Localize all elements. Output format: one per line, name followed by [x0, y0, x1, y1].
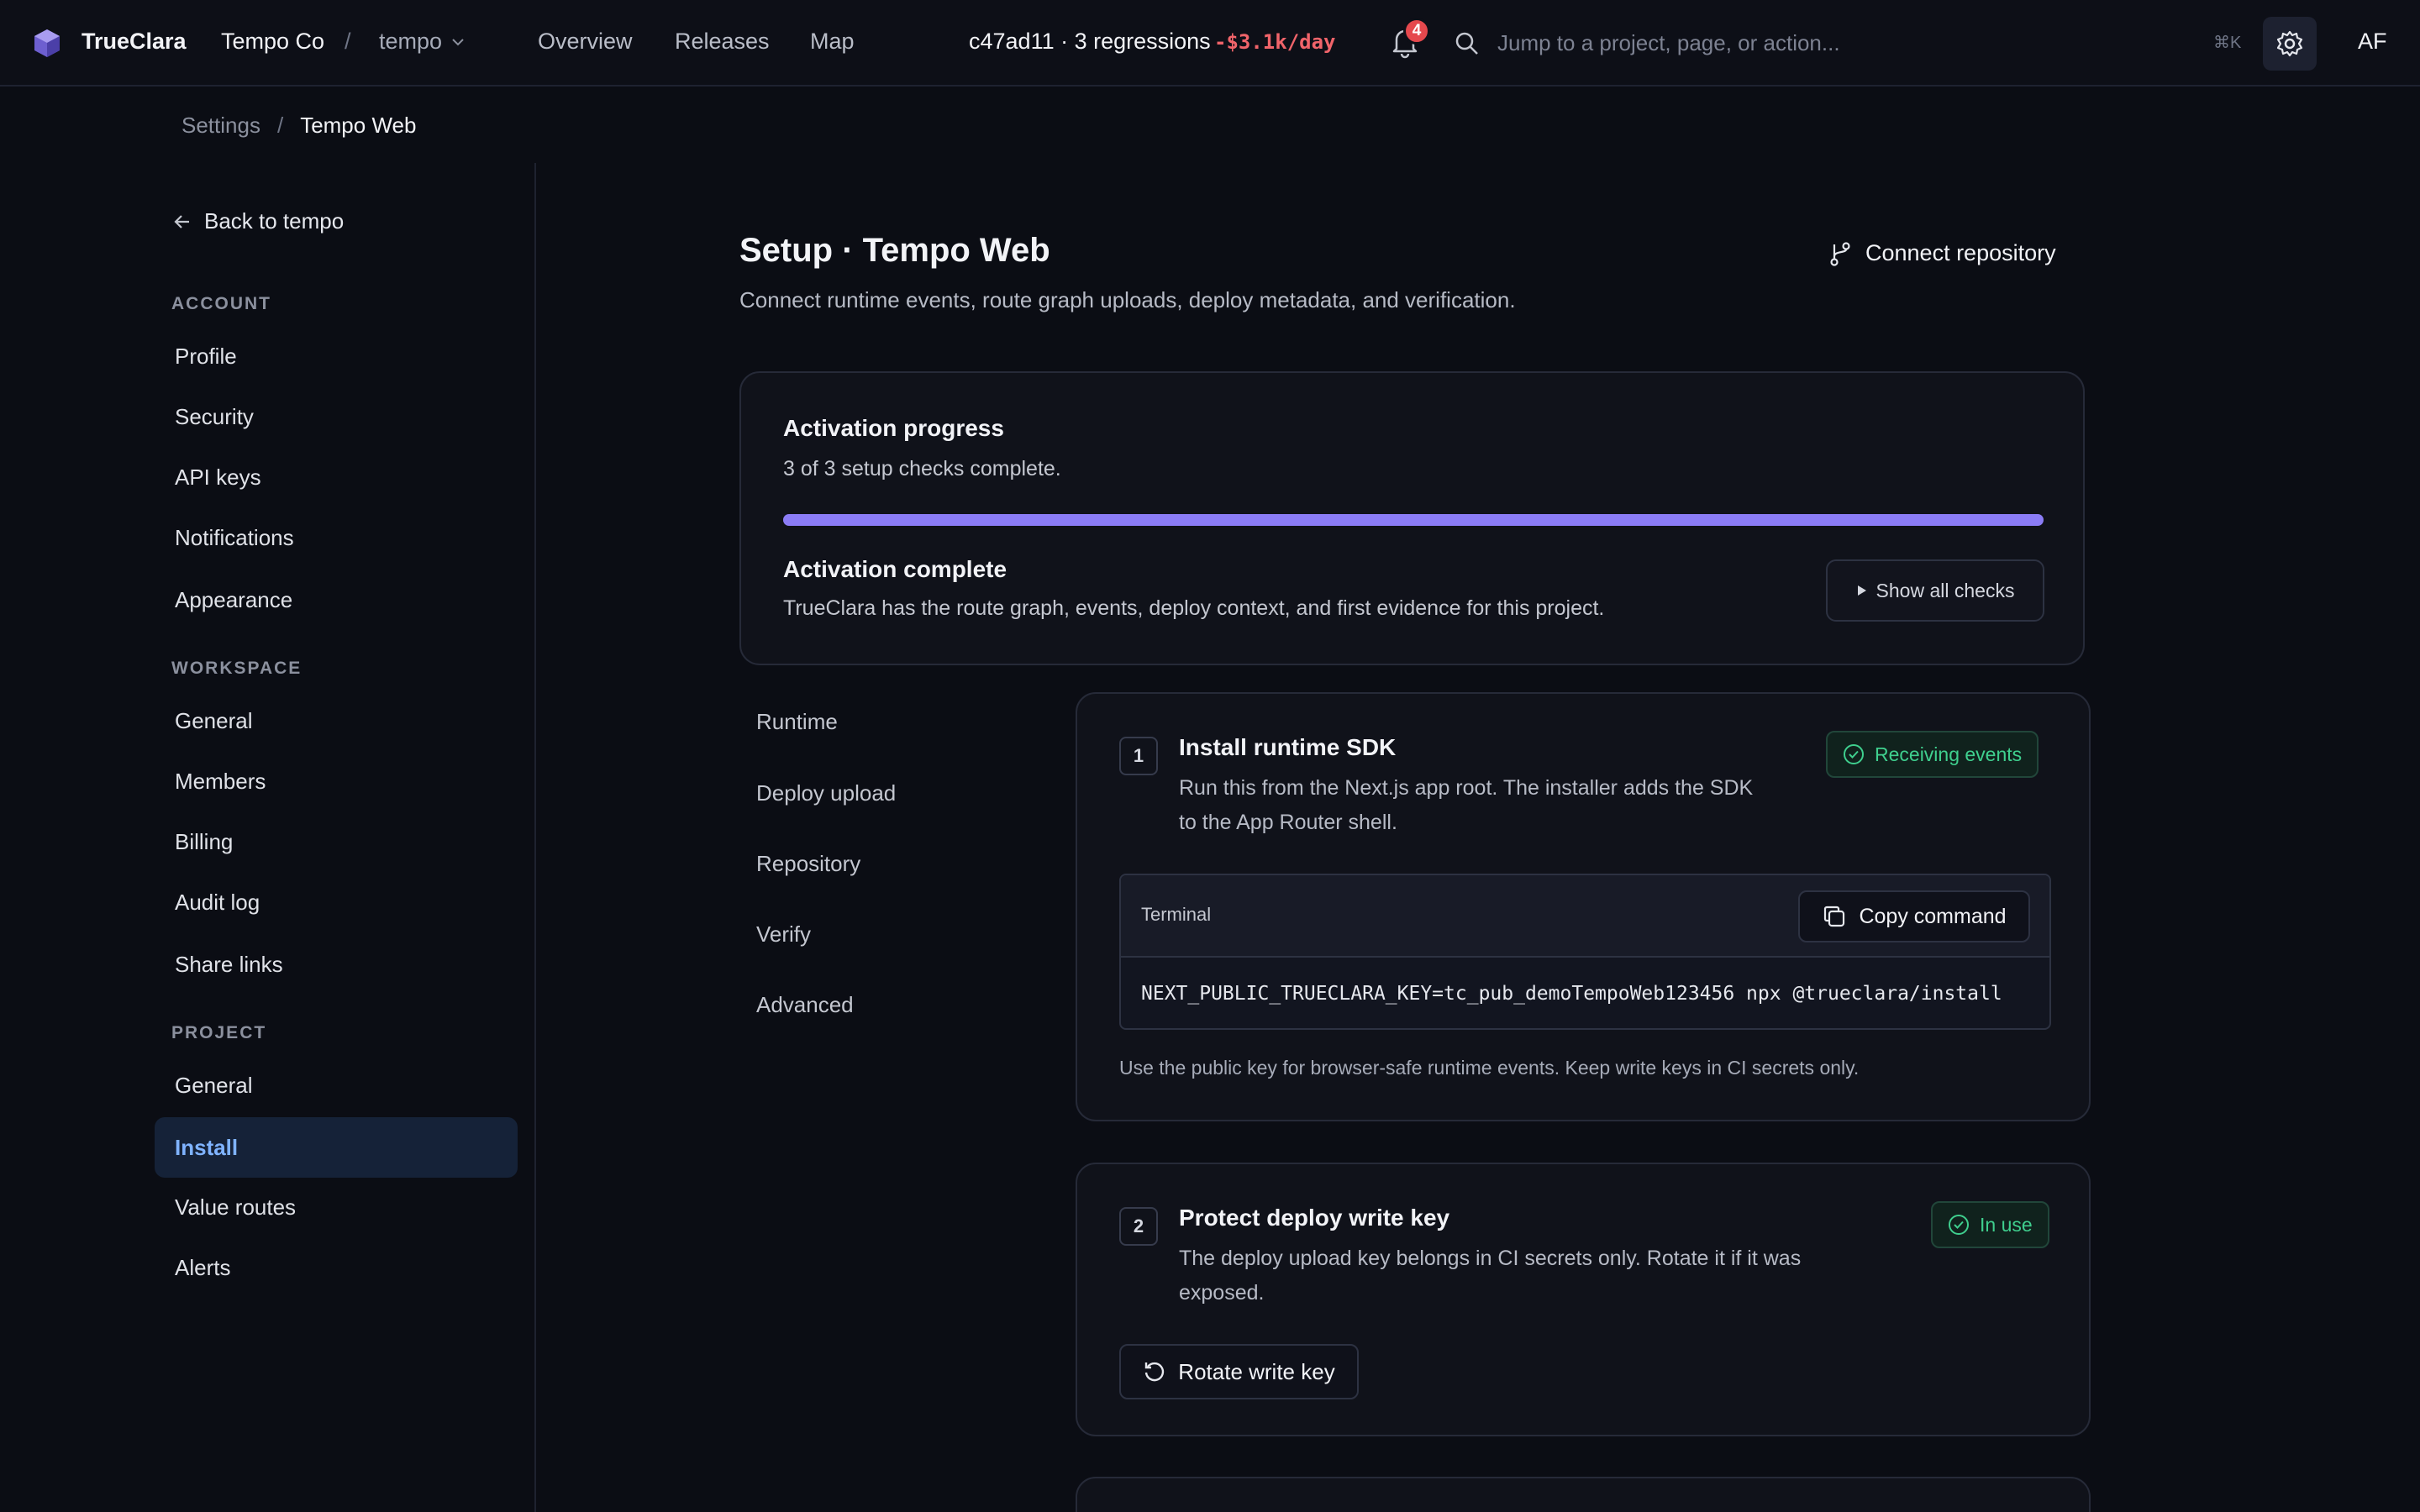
chevron-down-icon[interactable]: [450, 34, 466, 50]
section-account: ACCOUNT: [171, 294, 271, 313]
sidebar-item-install[interactable]: Install: [155, 1117, 518, 1178]
activation-complete-desc: TrueClara has the route graph, events, d…: [783, 596, 1605, 620]
step-hint: Use the public key for browser-safe runt…: [1119, 1057, 1860, 1079]
brand-name[interactable]: TrueClara: [82, 29, 187, 55]
sidebar-item-share-links[interactable]: Share links: [155, 934, 518, 995]
sidebar-item-value-routes[interactable]: Value routes: [155, 1177, 518, 1237]
step-description-line: to the App Router shell.: [1179, 811, 1397, 834]
status-badge: Receiving events: [1826, 731, 2039, 778]
step-title: Install runtime SDK: [1179, 734, 1397, 760]
activation-card: Activation progress 3 of 3 setup checks …: [739, 371, 2085, 665]
sidebar-item-billing[interactable]: Billing: [155, 811, 518, 872]
activation-title: Activation progress: [783, 415, 1004, 441]
project-switcher[interactable]: tempo: [379, 29, 442, 55]
step-number: 1: [1119, 737, 1158, 775]
sidebar-item-audit-log[interactable]: Audit log: [155, 872, 518, 932]
page-subtitle: Connect runtime events, route graph uplo…: [739, 287, 1516, 312]
activation-progress-fill: [783, 514, 2044, 526]
terminal-command[interactable]: NEXT_PUBLIC_TRUECLARA_KEY=tc_pub_demoTem…: [1141, 983, 2002, 1005]
rotate-icon: [1145, 1362, 1165, 1382]
avatar[interactable]: AF: [2358, 29, 2387, 55]
commit-status[interactable]: c47ad11 · 3 regressions: [969, 29, 1211, 55]
back-link[interactable]: Back to tempo: [172, 208, 344, 234]
nav-overview[interactable]: Overview: [538, 29, 633, 55]
status-badge-label: Receiving events: [1875, 743, 2023, 765]
breadcrumb-settings[interactable]: Settings: [182, 113, 260, 138]
terminal-header: Terminal Copy command: [1121, 875, 2049, 958]
breadcrumb-current: Tempo Web: [300, 113, 417, 138]
step-card-deploy-key: 2 Protect deploy write key The deploy up…: [1076, 1163, 2091, 1436]
section-project: PROJECT: [171, 1023, 267, 1042]
gear-icon: [2276, 30, 2303, 57]
top-bar: TrueClara Tempo Co / tempo Overview Rele…: [0, 0, 2420, 87]
sidebar-item-appearance[interactable]: Appearance: [155, 570, 518, 630]
sidebar-divider: [534, 163, 536, 1512]
search-icon: [1455, 32, 1478, 55]
step-description: The deploy upload key belongs in CI secr…: [1179, 1242, 1801, 1310]
step-card-runtime-sdk: 1 Install runtime SDK Run this from the …: [1076, 692, 2091, 1121]
breadcrumb-separator: /: [276, 113, 284, 138]
show-all-checks-label: Show all checks: [1876, 579, 2015, 601]
page-title: Setup · Tempo Web: [739, 232, 1050, 269]
sidebar-item-security[interactable]: Security: [155, 386, 518, 447]
sidebar-item-members[interactable]: Members: [155, 751, 518, 811]
step-description-line: The deploy upload key belongs in CI secr…: [1179, 1247, 1802, 1270]
org-switcher[interactable]: Tempo Co: [221, 29, 324, 55]
activation-complete-title: Activation complete: [783, 556, 1007, 582]
step-card-next: [1076, 1477, 2091, 1512]
step-description-line: exposed.: [1179, 1281, 1265, 1305]
terminal-block: Terminal Copy command NEXT_PUBLIC_TRUECL…: [1119, 874, 2051, 1030]
rotate-write-key-button[interactable]: Rotate write key: [1119, 1344, 1359, 1399]
sidebar-item-notifications[interactable]: Notifications: [155, 507, 518, 568]
sidebar-item-alerts[interactable]: Alerts: [155, 1237, 518, 1298]
subnav-deploy-upload[interactable]: Deploy upload: [756, 780, 896, 806]
copy-icon: [1824, 906, 1845, 927]
trueclara-logo-icon[interactable]: [32, 28, 62, 58]
caret-right-icon: [1857, 585, 1866, 596]
subnav-repository[interactable]: Repository: [756, 851, 860, 877]
sidebar-item-project-general[interactable]: General: [155, 1055, 518, 1116]
settings-button[interactable]: [2263, 17, 2317, 71]
check-circle-icon: [1949, 1215, 1969, 1235]
status-badge: In use: [1931, 1201, 2049, 1248]
notification-badge[interactable]: 4: [1403, 18, 1430, 45]
arrow-left-icon: [174, 214, 189, 228]
subnav-runtime[interactable]: Runtime: [756, 709, 838, 735]
org-separator: /: [345, 29, 351, 54]
step-number: 2: [1119, 1207, 1158, 1246]
status-badge-label: In use: [1980, 1213, 2033, 1236]
step-description-line: Run this from the Next.js app root. The …: [1179, 776, 1754, 800]
subnav-advanced[interactable]: Advanced: [756, 992, 854, 1018]
activation-status: 3 of 3 setup checks complete.: [783, 457, 1061, 480]
sidebar-item-api-keys[interactable]: API keys: [155, 447, 518, 507]
nav-releases[interactable]: Releases: [675, 29, 770, 55]
copy-command-label: Copy command: [1859, 904, 2007, 928]
check-circle-icon: [1844, 744, 1864, 764]
nav-map[interactable]: Map: [810, 29, 855, 55]
cost-delta: -$3.1k/day: [1214, 30, 1336, 54]
shortcut-hint: ⌘K: [2213, 34, 2242, 52]
step-description: Run this from the Next.js app root. The …: [1179, 771, 1753, 840]
command-search-input[interactable]: [1497, 24, 2186, 62]
show-all-checks-button[interactable]: Show all checks: [1826, 559, 2044, 622]
connect-repository-label: Connect repository: [1865, 240, 2056, 265]
rotate-write-key-label: Rotate write key: [1178, 1358, 1335, 1384]
subnav-verify[interactable]: Verify: [756, 921, 811, 948]
git-branch-icon: [1830, 241, 1850, 266]
sidebar-item-workspace-general[interactable]: General: [155, 690, 518, 751]
copy-command-button[interactable]: Copy command: [1798, 890, 2030, 942]
step-title: Protect deploy write key: [1179, 1205, 1450, 1231]
section-workspace: WORKSPACE: [171, 659, 302, 678]
activation-progress-bar: [783, 514, 2044, 526]
connect-repository-button[interactable]: Connect repository: [1828, 240, 2056, 266]
terminal-label: Terminal: [1141, 904, 1212, 925]
breadcrumb: Settings / Tempo Web: [182, 113, 416, 139]
sidebar-item-profile[interactable]: Profile: [155, 326, 518, 386]
back-label: Back to tempo: [204, 208, 345, 234]
